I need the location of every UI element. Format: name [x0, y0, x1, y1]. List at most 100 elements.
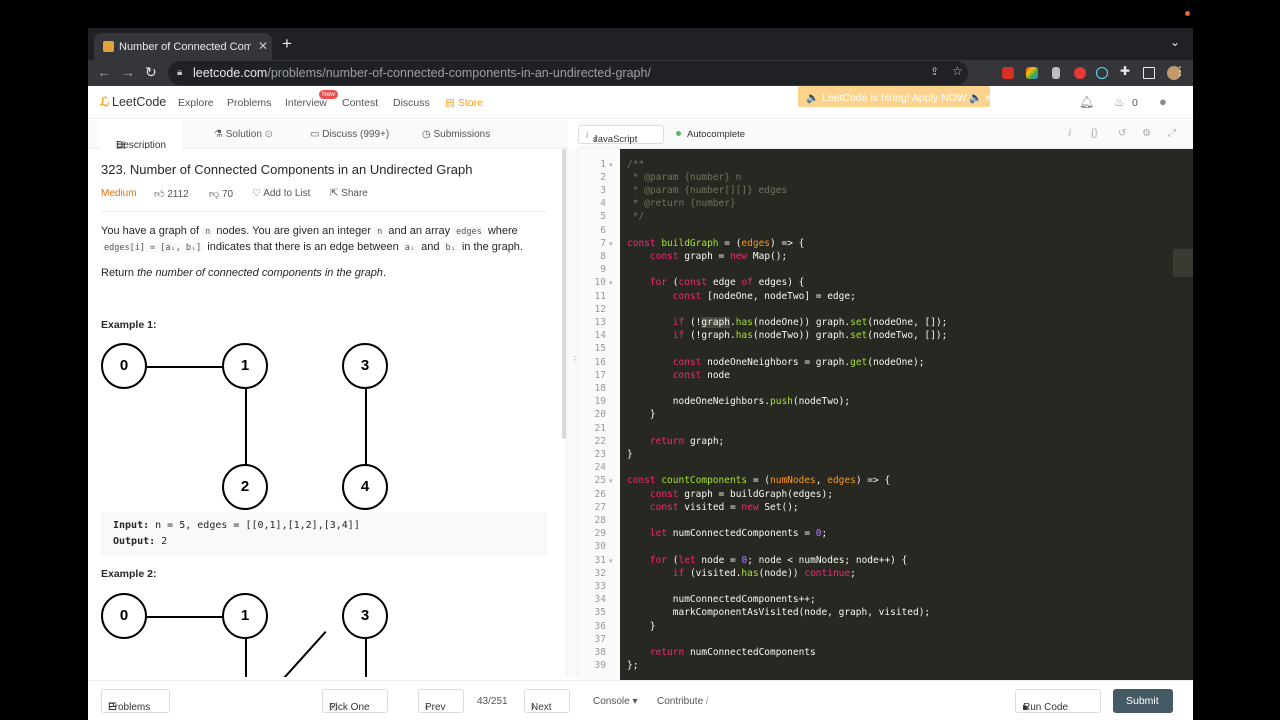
prev-button[interactable]: ‹ Prev [418, 689, 464, 713]
bottom-bar: ☰ Problems ⤨ Pick One ‹ Prev 43/251 Next… [88, 680, 1193, 720]
address-bar[interactable]: 🔒︎ leetcode.com/problems/number-of-conne… [168, 61, 968, 85]
line-number: 5 [600, 211, 606, 222]
like-button[interactable]: 👍︎ 2112 [154, 188, 189, 200]
code-line: if (!graph.has(nodeOne)) graph.set(nodeO… [672, 317, 948, 328]
heart-icon: ♡ [252, 188, 264, 199]
line-number: 9 [600, 264, 606, 275]
description-line-3: Return the number of connected component… [101, 267, 386, 279]
code-line: const graph = new Map(); [649, 251, 788, 262]
user-icon[interactable]: ● [1159, 94, 1167, 109]
reload-icon[interactable]: ↻ [145, 64, 157, 81]
editor-header: i JavaScript ▾ Autocomplete ⅈ {} ↺ ⚙ ⤢ [578, 120, 1193, 149]
run-code-button[interactable]: ▸ Run Code ▴ [1015, 689, 1101, 713]
line-number: 1 [600, 159, 606, 170]
line-number: 18 [594, 383, 606, 394]
nav-contest[interactable]: Contest [342, 97, 378, 109]
contribute-link[interactable]: Contribute i [657, 696, 708, 707]
bookmark-star-icon[interactable]: ☆ [952, 64, 963, 78]
graph-edge [245, 389, 247, 465]
code-line: nodeOneNeighbors.push(nodeTwo); [627, 396, 851, 407]
tab-submissions[interactable]: ◷ Submissions [422, 129, 490, 140]
line-number: 16 [594, 357, 606, 368]
extension-red-icon[interactable] [1002, 67, 1014, 79]
tab-description[interactable]: ▤ Description [100, 120, 182, 151]
code-line: let numConnectedComponents = 0; [649, 528, 828, 539]
nav-explore[interactable]: Explore [178, 97, 214, 109]
add-to-list-button[interactable]: ♡ Add to List [252, 188, 310, 199]
pick-one-button[interactable]: ⤨ Pick One [322, 689, 388, 713]
console-toggle[interactable]: Console ▾ [593, 696, 638, 707]
leetcode-logo[interactable]: ℒ LeetCode [100, 94, 166, 109]
line-number: 23 [594, 449, 606, 460]
graph-node: 4 [342, 464, 388, 510]
new-tab-button[interactable]: + [282, 34, 292, 54]
fold-arrow-icon[interactable]: ▾ [609, 279, 613, 287]
tab-solution[interactable]: ⚗ Solution ⊙ [214, 129, 273, 140]
forward-arrow-icon[interactable]: → [121, 64, 135, 80]
line-number: 8 [600, 251, 606, 262]
nav-problems[interactable]: Problems [227, 97, 271, 109]
browser-toolbar: ← → ↻ 🔒︎ leetcode.com/problems/number-of… [88, 60, 1193, 86]
bell-icon[interactable]: 🔔︎ [1079, 95, 1094, 109]
leetcode-navbar: ℒ LeetCode Explore Problems Interview New… [88, 86, 1193, 119]
example-2-heading: Example 2: [101, 568, 157, 580]
line-number: 7 [600, 238, 606, 249]
back-arrow-icon[interactable]: ← [97, 64, 111, 80]
editor-scrollbar[interactable] [1173, 249, 1193, 277]
code-line: if (!graph.has(nodeTwo)) graph.set(nodeT… [672, 330, 948, 341]
fold-arrow-icon[interactable]: ▾ [609, 240, 613, 248]
side-panel-icon[interactable] [1143, 67, 1155, 79]
next-button[interactable]: Next › [524, 689, 570, 713]
line-number: 26 [594, 489, 606, 500]
nav-interview[interactable]: Interview [285, 97, 327, 109]
example-1-heading: Example 1: [101, 319, 157, 331]
browser-tab[interactable]: Number of Connected Compon ✕ [94, 33, 272, 60]
braces-icon[interactable]: {} [1091, 128, 1098, 139]
code-line: const graph = buildGraph(edges); [649, 489, 833, 500]
problems-button[interactable]: ☰ Problems [101, 689, 170, 713]
extensions-puzzle-icon[interactable]: ✚ [1120, 64, 1130, 78]
close-tab-icon[interactable]: ✕ [258, 39, 268, 53]
info-icon[interactable]: ⅈ [1068, 128, 1072, 139]
line-number: 20 [594, 409, 606, 420]
nav-store[interactable]: ▤ Store [445, 97, 483, 109]
description-line-2: edges[i] = [aᵢ, bᵢ] indicates that there… [101, 239, 523, 256]
extension-record-icon[interactable] [1074, 67, 1086, 79]
graph-node: 0 [101, 593, 147, 639]
graph-node: 3 [342, 343, 388, 389]
pane-splitter[interactable]: ⋮ [566, 149, 579, 677]
fold-arrow-icon[interactable]: ▾ [609, 161, 613, 169]
submit-button[interactable]: Submit [1113, 689, 1173, 713]
extension-color-icon[interactable] [1026, 67, 1038, 79]
tab-discuss[interactable]: ▭ Discuss (999+) [310, 129, 389, 140]
status-dot [676, 131, 681, 136]
fold-arrow-icon[interactable]: ▾ [609, 557, 613, 565]
share-button[interactable]: ⇱ Share [330, 188, 368, 199]
graph-node: 3 [342, 593, 388, 639]
code-line: return graph; [649, 436, 725, 447]
reset-icon[interactable]: ↺ [1118, 128, 1126, 139]
autocomplete-toggle[interactable]: Autocomplete [676, 129, 745, 140]
extension-grey-icon[interactable] [1052, 67, 1060, 79]
code-line: if (visited.has(node)) continue; [672, 568, 856, 579]
hiring-banner[interactable]: 🔈 LeetCode is hiring! Apply NOW.🔈 × [798, 86, 991, 107]
code-line: }; [627, 660, 639, 671]
tab-search-chevron-icon[interactable]: ⌄ [1170, 35, 1180, 49]
url-text: leetcode.com/problems/number-of-connecte… [193, 66, 651, 80]
nav-discuss[interactable]: Discuss [393, 97, 430, 109]
code-line: } [627, 621, 656, 632]
description-line-1: You have a graph of n nodes. You are giv… [101, 225, 518, 237]
line-number: 10 [594, 277, 606, 288]
settings-icon[interactable]: ⚙ [1142, 128, 1151, 139]
fullscreen-icon[interactable]: ⤢ [1168, 128, 1176, 139]
problem-description-pane: 323. Number of Connected Components in a… [88, 149, 566, 677]
language-select[interactable]: i JavaScript ▾ [578, 125, 664, 145]
react-devtools-icon[interactable] [1096, 67, 1108, 79]
share-icon[interactable]: ⇪ [930, 65, 939, 78]
line-number: 29 [594, 528, 606, 539]
line-number: 38 [594, 647, 606, 658]
fold-arrow-icon[interactable]: ▾ [609, 477, 613, 485]
dislike-button[interactable]: 👎︎ 70 [209, 188, 233, 200]
chrome-menu-icon[interactable]: ⋮ [1174, 64, 1186, 78]
code-line: const buildGraph = (edges) => { [627, 238, 805, 249]
